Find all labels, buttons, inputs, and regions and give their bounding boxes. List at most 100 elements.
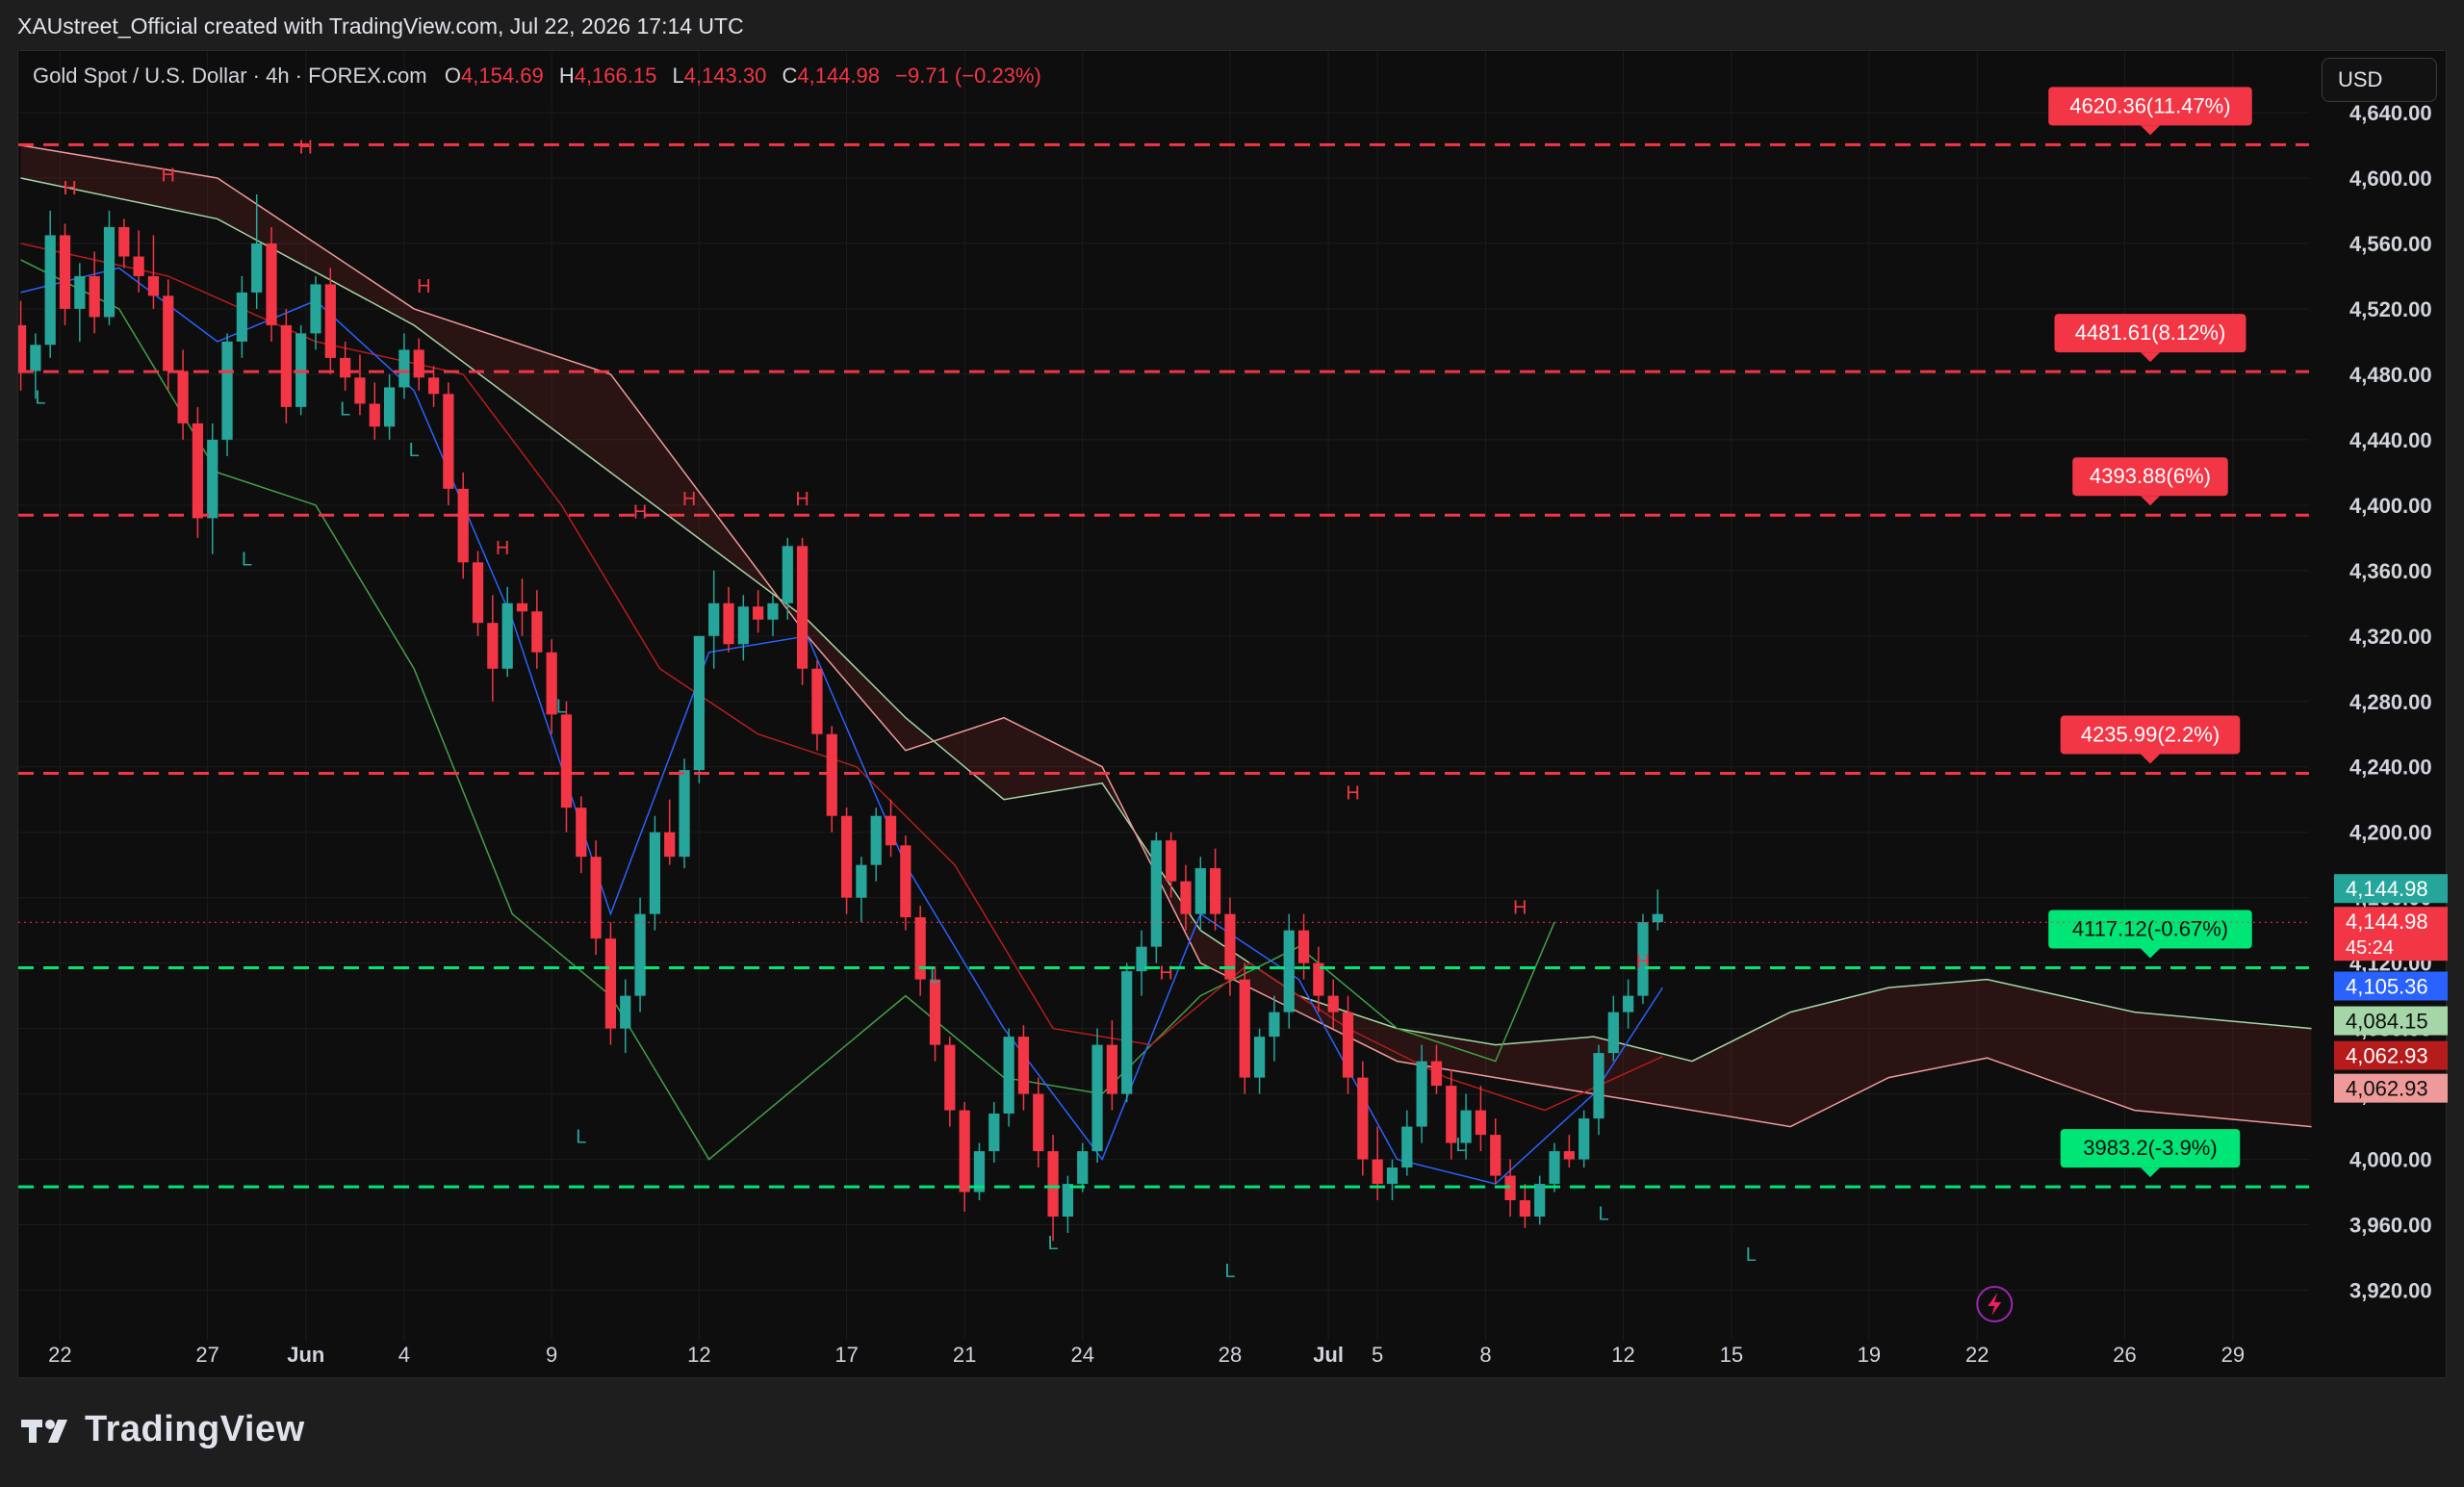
candle-body[interactable] xyxy=(18,324,27,372)
candle-body[interactable] xyxy=(1180,881,1192,914)
candle-body[interactable] xyxy=(1475,1110,1487,1136)
candle-body[interactable] xyxy=(620,995,631,1029)
candle-body[interactable] xyxy=(1106,1044,1117,1094)
candle-body[interactable] xyxy=(1327,995,1339,1013)
candle-body[interactable] xyxy=(1386,1167,1399,1185)
candle-body[interactable] xyxy=(767,602,779,620)
candle-body[interactable] xyxy=(753,606,764,620)
candle-body[interactable] xyxy=(457,488,469,563)
candle-body[interactable] xyxy=(30,345,41,372)
candle-body[interactable] xyxy=(1194,868,1206,914)
candle-body[interactable] xyxy=(44,235,56,346)
candle-body[interactable] xyxy=(885,815,897,846)
candle-body[interactable] xyxy=(251,243,263,293)
price-chart[interactable]: H H H H L L L L H L H H L H L L H L H L H L H L 4620.36(11.47%) 4… xyxy=(18,51,2448,1379)
candle-body[interactable] xyxy=(679,770,690,858)
candle-body[interactable] xyxy=(1297,930,1310,963)
candle-body[interactable] xyxy=(103,226,116,318)
candle-body[interactable] xyxy=(1534,1184,1546,1218)
candle-body[interactable] xyxy=(427,377,440,395)
candle-body[interactable] xyxy=(59,235,71,309)
candle-body[interactable] xyxy=(649,832,661,914)
candle-body[interactable] xyxy=(840,815,853,898)
candle-body[interactable] xyxy=(737,606,749,645)
candle-body[interactable] xyxy=(664,832,676,858)
candle-body[interactable] xyxy=(693,635,705,771)
candle-body[interactable] xyxy=(1401,1126,1413,1168)
candle-body[interactable] xyxy=(516,602,528,612)
candle-body[interactable] xyxy=(74,275,86,309)
candle-body[interactable] xyxy=(1047,1151,1059,1218)
candle-body[interactable] xyxy=(1283,930,1295,1013)
candle-body[interactable] xyxy=(1121,971,1133,1094)
candle-body[interactable] xyxy=(944,1044,956,1111)
candle-body[interactable] xyxy=(634,913,646,996)
candle-body[interactable] xyxy=(236,292,247,342)
candle-body[interactable] xyxy=(163,295,174,372)
candle-body[interactable] xyxy=(1033,1093,1044,1152)
candle-body[interactable] xyxy=(1416,1061,1427,1127)
candle-body[interactable] xyxy=(708,602,720,636)
candle-body[interactable] xyxy=(1269,1012,1280,1038)
candle-body[interactable] xyxy=(1077,1151,1089,1185)
tradingview-brand[interactable]: TradingView xyxy=(21,1409,305,1450)
candle-body[interactable] xyxy=(1017,1037,1030,1094)
candle-body[interactable] xyxy=(1210,868,1221,914)
candle-body[interactable] xyxy=(1253,1037,1266,1078)
candle-body[interactable] xyxy=(133,256,144,276)
candle-body[interactable] xyxy=(310,284,321,334)
candle-body[interactable] xyxy=(221,341,233,440)
candle-body[interactable] xyxy=(118,226,130,257)
candle-body[interactable] xyxy=(501,602,513,669)
symbol-label[interactable]: Gold Spot / U.S. Dollar · 4h · FOREX.com xyxy=(33,64,427,88)
currency-selector[interactable]: USD xyxy=(2322,58,2437,102)
candle-body[interactable] xyxy=(590,857,602,939)
candle-body[interactable] xyxy=(1652,913,1663,923)
candle-body[interactable] xyxy=(147,275,160,296)
candle-body[interactable] xyxy=(1224,913,1236,980)
candle-body[interactable] xyxy=(1519,1200,1531,1218)
candle-body[interactable] xyxy=(1342,1012,1354,1078)
candle-body[interactable] xyxy=(723,602,734,645)
candle-body[interactable] xyxy=(1150,840,1162,947)
candle-body[interactable] xyxy=(369,403,380,427)
candle-body[interactable] xyxy=(192,423,204,519)
candle-body[interactable] xyxy=(1239,979,1250,1078)
candle-body[interactable] xyxy=(487,623,499,669)
candle-body[interactable] xyxy=(354,377,366,404)
candle-body[interactable] xyxy=(1091,1044,1103,1152)
candle-body[interactable] xyxy=(811,668,823,734)
candle-body[interactable] xyxy=(207,439,218,519)
candle-body[interactable] xyxy=(266,243,277,325)
candle-body[interactable] xyxy=(413,349,424,378)
candle-body[interactable] xyxy=(1062,1184,1074,1218)
candle-body[interactable] xyxy=(295,333,307,407)
candle-body[interactable] xyxy=(383,387,396,427)
candle-body[interactable] xyxy=(576,808,587,858)
candle-body[interactable] xyxy=(1549,1151,1560,1185)
candle-body[interactable] xyxy=(472,562,484,624)
candle-body[interactable] xyxy=(1578,1118,1590,1160)
candle-body[interactable] xyxy=(531,611,543,653)
candle-body[interactable] xyxy=(826,733,837,816)
candle-body[interactable] xyxy=(1607,1012,1619,1054)
candle-body[interactable] xyxy=(604,938,617,1029)
chart-panel[interactable]: H H H H L L L L H L H H L H L L H L H L H L H L 4620.36(11.47%) 4… xyxy=(17,50,2448,1379)
candle-body[interactable] xyxy=(1372,1159,1383,1185)
candle-body[interactable] xyxy=(1003,1037,1014,1114)
candle-body[interactable] xyxy=(560,714,573,808)
candle-body[interactable] xyxy=(782,546,793,603)
candle-body[interactable] xyxy=(398,349,410,388)
candle-body[interactable] xyxy=(959,1110,970,1192)
candle-body[interactable] xyxy=(1430,1061,1443,1087)
candle-body[interactable] xyxy=(870,815,882,865)
candle-body[interactable] xyxy=(177,371,189,423)
candle-body[interactable] xyxy=(988,1113,1000,1152)
candle-body[interactable] xyxy=(1166,840,1177,882)
candle-body[interactable] xyxy=(1563,1151,1575,1160)
candle-body[interactable] xyxy=(1357,1077,1369,1160)
candle-body[interactable] xyxy=(796,546,808,669)
candle-body[interactable] xyxy=(324,284,336,358)
candle-body[interactable] xyxy=(1623,995,1634,1013)
candle-body[interactable] xyxy=(914,917,926,980)
